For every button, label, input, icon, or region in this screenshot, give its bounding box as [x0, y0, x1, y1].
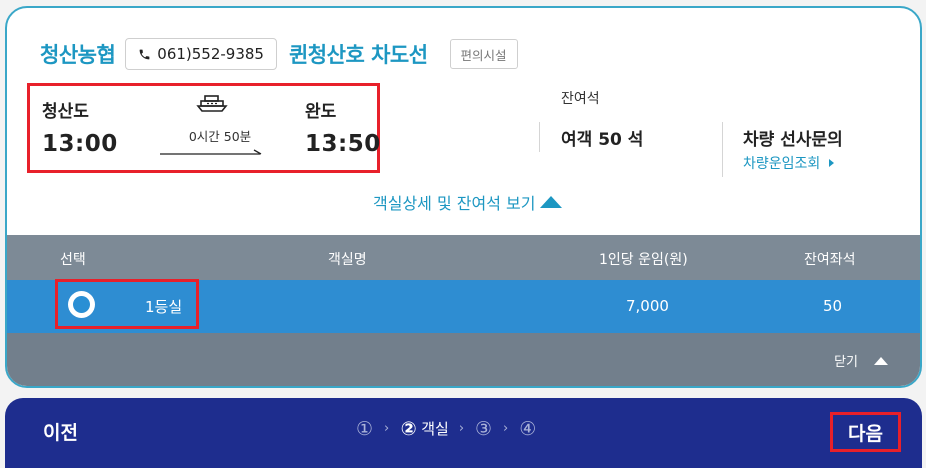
departure-port: 청산도: [42, 102, 89, 122]
close-label: 닫기: [834, 355, 858, 370]
passenger-seats: 여객 50 석: [561, 130, 644, 150]
arrival-time: 13:50: [305, 131, 381, 157]
caret-right-icon: [829, 159, 835, 167]
schedule-header: 청산농협 061)552-9385 퀸청산호 차도선 편의시설: [40, 36, 518, 72]
chevron-right-icon: ›: [458, 421, 465, 436]
divider: [539, 122, 540, 152]
facilities-button[interactable]: 편의시설: [449, 39, 518, 69]
remaining-seats-title: 잔여석: [561, 91, 600, 107]
arrival-port: 완도: [305, 102, 337, 122]
phone-number: 061)552-9385: [157, 45, 264, 63]
car-fare-link[interactable]: 차량운임조회: [743, 153, 835, 173]
schedule-card: 청산농협 061)552-9385 퀸청산호 차도선 편의시설 청산도 13:0…: [5, 6, 922, 388]
departure-time: 13:00: [42, 131, 118, 157]
route-summary: 청산도 13:00 0시간 50분 완도 13:50: [27, 83, 380, 173]
caret-up-icon: [540, 196, 563, 208]
chevron-right-icon: ›: [503, 421, 509, 436]
room-radio[interactable]: [68, 291, 95, 318]
travel-duration: 0시간 50분: [188, 129, 252, 144]
car-inquiry-title: 차량 선사문의: [743, 130, 843, 150]
step-indicator: ① › ② 객실 › ③ › ④: [355, 417, 537, 440]
bottom-nav-bar: 이전 ① › ② 객실 › ③ › ④ 다음: [5, 398, 922, 468]
col-room-name: 객실명: [328, 252, 367, 268]
ship-name: 퀸청산호 차도선: [288, 43, 428, 67]
table-footer: 닫기: [7, 333, 920, 386]
room-select-highlight: 1등실: [55, 279, 199, 329]
col-remaining: 잔여좌석: [804, 252, 856, 268]
car-fare-label: 차량운임조회: [743, 156, 821, 172]
row-fare: 7,000: [626, 297, 669, 315]
prev-button[interactable]: 이전: [43, 418, 78, 445]
step-3: ③: [474, 417, 493, 440]
step-4: ④: [519, 417, 537, 440]
close-button[interactable]: 닫기: [834, 351, 888, 370]
col-fare: 1인당 운임(원): [599, 252, 688, 268]
phone-icon: [139, 49, 150, 59]
step-2: ②: [400, 417, 417, 440]
ferry-icon: [196, 95, 228, 112]
phone-button[interactable]: 061)552-9385: [125, 38, 277, 70]
caret-up-icon: [874, 356, 888, 365]
divider: [722, 122, 723, 177]
row-room-name: 1등실: [145, 298, 183, 316]
next-button[interactable]: 다음: [830, 412, 901, 452]
room-detail-toggle[interactable]: 객실상세 및 잔여석 보기: [373, 190, 563, 214]
room-table-header: 선택 객실명 1인당 운임(원) 잔여좌석: [7, 235, 920, 280]
route-arrow: [160, 149, 262, 155]
company-name: 청산농협: [40, 43, 116, 67]
col-select: 선택: [60, 252, 86, 268]
chevron-right-icon: ›: [384, 421, 390, 436]
room-detail-label: 객실상세 및 잔여석 보기: [373, 194, 536, 213]
row-remaining: 50: [823, 297, 843, 315]
step-1: ①: [355, 417, 374, 440]
step-2-label: 객실: [421, 420, 449, 438]
